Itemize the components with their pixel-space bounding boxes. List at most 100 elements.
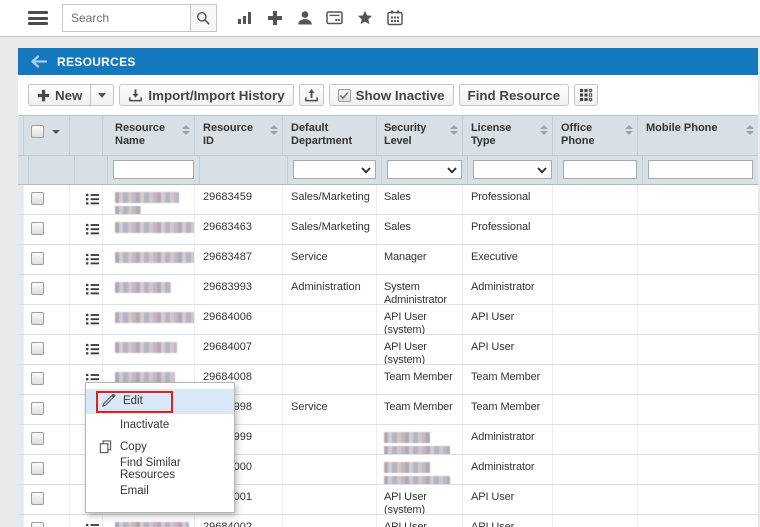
export-button[interactable] <box>299 84 324 106</box>
column-header-security[interactable]: Security Level <box>377 116 463 155</box>
row-checkbox[interactable] <box>31 462 44 475</box>
report-icon[interactable] <box>326 10 343 27</box>
cell-license-type: API User <box>463 305 553 334</box>
row-checkbox[interactable] <box>31 252 44 265</box>
row-menu-cell <box>70 335 103 364</box>
sort-icon[interactable] <box>540 125 548 135</box>
filter-input-office[interactable] <box>563 160 637 179</box>
row-menu-icon[interactable] <box>85 252 100 266</box>
menu-item-email-label: Email <box>120 485 149 497</box>
cell-default-department <box>283 335 377 364</box>
row-menu-icon[interactable] <box>85 192 100 206</box>
cell-license-type: Professional <box>463 215 553 244</box>
row-checkbox[interactable] <box>31 492 44 505</box>
menu-item-email[interactable]: Email <box>86 480 234 502</box>
cell-security-level: Team Member <box>377 365 463 394</box>
sort-icon[interactable] <box>182 125 190 135</box>
row-checkbox[interactable] <box>31 402 44 415</box>
back-arrow-icon[interactable] <box>30 55 47 68</box>
row-menu-icon[interactable] <box>85 312 100 326</box>
row-checkbox[interactable] <box>31 522 44 527</box>
cell-mobile-phone <box>638 185 758 214</box>
cell-resource-id: 29683993 <box>195 275 283 304</box>
cell-default-department <box>283 365 377 394</box>
export-icon <box>304 88 319 103</box>
import-icon <box>128 88 143 103</box>
person-icon[interactable] <box>296 10 313 27</box>
menu-item-inactivate[interactable]: Inactivate <box>86 414 234 436</box>
cell-resource-id: 29684007 <box>195 335 283 364</box>
row-checkbox[interactable] <box>31 282 44 295</box>
column-header-id[interactable]: Resource ID <box>195 116 283 155</box>
select-all-checkbox[interactable] <box>31 125 44 138</box>
cell-security-level: Team Member <box>377 395 463 424</box>
new-dropdown-button[interactable] <box>90 84 114 106</box>
filter-cell-security <box>382 156 468 184</box>
row-menu-icon[interactable] <box>85 282 100 296</box>
cell-default-department: Service <box>283 395 377 424</box>
sort-icon[interactable] <box>270 125 278 135</box>
calendar-icon[interactable] <box>386 10 403 27</box>
sort-icon[interactable] <box>746 125 754 135</box>
hamburger-menu-icon[interactable] <box>28 11 48 25</box>
cell-office-phone <box>553 185 638 214</box>
filter-select-license[interactable] <box>473 160 552 179</box>
selection-menu-caret-icon[interactable] <box>52 130 60 134</box>
cell-resource-name <box>103 275 195 304</box>
star-icon[interactable] <box>356 10 373 27</box>
filter-select-security[interactable] <box>387 160 462 179</box>
find-resource-button[interactable]: Find Resource <box>459 84 570 106</box>
menu-item-copy[interactable]: Copy <box>86 436 234 458</box>
row-menu-icon[interactable] <box>85 222 100 236</box>
row-menu-icon[interactable] <box>85 342 100 356</box>
cell-security-level: System Administrator <box>377 275 463 304</box>
filter-input-name[interactable] <box>113 160 194 179</box>
menu-item-find-similar[interactable]: Find Similar Resources <box>86 458 234 480</box>
row-checkbox[interactable] <box>31 342 44 355</box>
cell-security-level: Manager <box>377 245 463 274</box>
cell-security-level: API User (system) <box>377 335 463 364</box>
column-header-mobile[interactable]: Mobile Phone <box>638 116 758 155</box>
column-header-dept[interactable]: Default Department <box>283 116 377 155</box>
show-inactive-button[interactable]: Show Inactive <box>329 84 454 106</box>
row-checkbox[interactable] <box>31 192 44 205</box>
search-button[interactable] <box>190 5 216 31</box>
row-menu-cell <box>70 185 103 214</box>
cell-mobile-phone <box>638 215 758 244</box>
search-input[interactable] <box>63 5 190 31</box>
column-header-license[interactable]: License Type <box>463 116 553 155</box>
bar-chart-icon[interactable] <box>236 10 253 27</box>
redacted-text <box>384 462 430 473</box>
row-menu-cell <box>70 215 103 244</box>
cell-resource-id: 29683463 <box>195 215 283 244</box>
column-chooser-button[interactable] <box>574 84 598 106</box>
row-select-cell <box>24 245 70 274</box>
menu-item-edit[interactable]: Edit <box>86 389 234 414</box>
filter-select-dept[interactable] <box>293 160 376 179</box>
cell-office-phone <box>553 455 638 484</box>
row-menu-icon[interactable] <box>85 522 100 527</box>
row-checkbox[interactable] <box>31 372 44 385</box>
sort-icon[interactable] <box>450 125 458 135</box>
import-button[interactable]: Import/Import History <box>119 84 293 106</box>
column-header-name[interactable]: Resource Name <box>103 116 195 155</box>
cell-mobile-phone <box>638 335 758 364</box>
cell-resource-name <box>103 185 195 214</box>
filter-input-mobile[interactable] <box>648 160 753 179</box>
table-row: 29683463 Sales/Marketing Sales Professio… <box>18 215 758 245</box>
row-checkbox[interactable] <box>31 222 44 235</box>
row-checkbox[interactable] <box>31 432 44 445</box>
row-checkbox[interactable] <box>31 312 44 325</box>
sort-icon[interactable] <box>625 125 633 135</box>
table-row: 29683993 Administration System Administr… <box>18 275 758 305</box>
cell-mobile-phone <box>638 455 758 484</box>
cell-default-department: Sales/Marketing <box>283 185 377 214</box>
table-filter-row <box>18 156 758 185</box>
cell-resource-name <box>103 245 195 274</box>
column-header-office[interactable]: Office Phone <box>553 116 638 155</box>
table-row: 29684006 API User (system) API User <box>18 305 758 335</box>
cell-default-department <box>283 455 377 484</box>
show-inactive-checkbox[interactable] <box>338 89 351 102</box>
add-icon[interactable] <box>266 10 283 27</box>
new-button[interactable]: New <box>28 84 91 106</box>
